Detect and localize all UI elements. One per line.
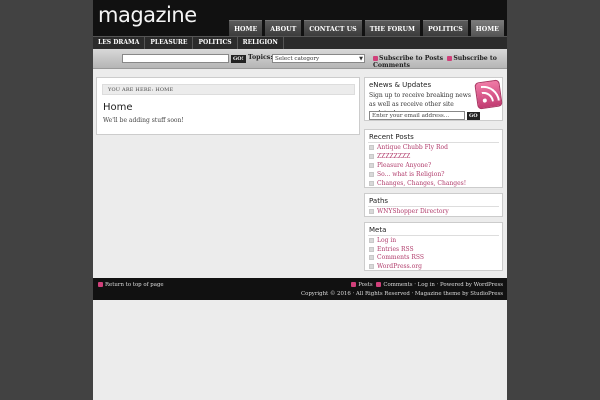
subscribe-posts-link[interactable]: Subscribe to Posts <box>379 55 443 62</box>
site-header: magazine HOME ABOUT CONTACT US THE FORUM… <box>93 0 507 36</box>
bullet-icon <box>369 209 374 214</box>
recent-posts-title: Recent Posts <box>369 133 414 141</box>
list-item[interactable]: WordPress.org <box>369 263 422 270</box>
nav-the-forum[interactable]: THE FORUM <box>364 20 420 36</box>
topics-label: Topics: <box>248 54 273 61</box>
list-item[interactable]: Entries RSS <box>369 246 414 253</box>
copyright: Copyright © 2016 · All Rights Reserved ·… <box>300 291 503 297</box>
bullet-icon <box>369 163 374 168</box>
list-item[interactable]: So... what is Religion? <box>369 171 444 178</box>
footer-links-text[interactable]: · Log in · Powered by WordPress <box>413 282 503 288</box>
category-navigation: LES DRAMA PLEASURE POLITICS RELIGION <box>93 36 507 49</box>
subnav-les-drama[interactable]: LES DRAMA <box>93 37 146 49</box>
search-go-button[interactable]: GO! <box>231 55 246 63</box>
enews-title: eNews & Updates <box>369 81 432 89</box>
list-item[interactable]: Antique Chubb Fly Rod <box>369 144 448 151</box>
search-input[interactable] <box>122 54 229 63</box>
footer-comments-link[interactable]: Comments <box>383 282 412 288</box>
divider <box>368 206 499 207</box>
rss-icon <box>373 56 378 61</box>
arrow-up-icon <box>98 282 103 287</box>
subscribe-links: Subscribe to Posts Subscribe to Comments <box>373 55 503 69</box>
nav-about[interactable]: ABOUT <box>265 20 302 36</box>
search-bar: GO! Topics: Select category ▼ Subscribe … <box>93 49 507 69</box>
list-item[interactable]: Changes, Changes, Changes! <box>369 180 466 187</box>
footer-links: Posts Comments · Log in · Powered by Wor… <box>351 282 503 288</box>
list-item[interactable]: Comments RSS <box>369 254 424 261</box>
bullet-icon <box>369 154 374 159</box>
page-body-text: We'll be adding stuff soon! <box>103 117 184 124</box>
meta-widget: Meta Log in Entries RSS Comments RSS Wor… <box>364 222 503 271</box>
bullet-icon <box>369 181 374 186</box>
page-title: Home <box>103 102 133 113</box>
paths-title: Paths <box>369 197 389 205</box>
enews-go-button[interactable]: GO <box>467 112 480 120</box>
subnav-religion[interactable]: RELIGION <box>238 37 284 49</box>
recent-posts-widget: Recent Posts Antique Chubb Fly Rod ZZZZZ… <box>364 129 503 188</box>
chevron-down-icon: ▼ <box>359 56 363 62</box>
breadcrumb: YOU ARE HERE: HOME <box>102 84 355 95</box>
content-box: YOU ARE HERE: HOME Home We'll be adding … <box>96 77 360 135</box>
page-wrap: magazine HOME ABOUT CONTACT US THE FORUM… <box>93 0 507 400</box>
site-logo[interactable]: magazine <box>98 3 197 27</box>
list-item[interactable]: Log in <box>369 237 396 244</box>
rss-icon <box>351 282 357 287</box>
rss-icon <box>447 56 453 61</box>
nav-contact-us[interactable]: CONTACT US <box>304 20 362 36</box>
bullet-icon <box>369 145 374 150</box>
bullet-icon <box>369 246 374 252</box>
rss-feed-icon[interactable] <box>474 79 503 110</box>
bullet-icon <box>369 255 374 260</box>
topics-selected-value: Select category <box>275 56 320 62</box>
nav-home-active[interactable]: HOME <box>470 20 504 36</box>
paths-widget: Paths WNYShopper Directory <box>364 193 503 217</box>
nav-home[interactable]: HOME <box>229 20 263 36</box>
list-item[interactable]: Pleasure Anyone? <box>369 162 431 169</box>
return-to-top-link[interactable]: Return to top of page <box>105 282 164 288</box>
meta-title: Meta <box>369 226 387 234</box>
bullet-icon <box>369 238 374 243</box>
subnav-pleasure[interactable]: PLEASURE <box>145 37 194 49</box>
list-item[interactable]: ZZZZZZZZ <box>369 153 410 160</box>
bullet-icon <box>369 263 374 269</box>
return-to-top[interactable]: Return to top of page <box>98 282 164 288</box>
nav-politics[interactable]: POLITICS <box>422 20 468 36</box>
top-navigation: HOME ABOUT CONTACT US THE FORUM POLITICS… <box>229 20 504 36</box>
bullet-icon <box>369 172 374 177</box>
divider <box>368 142 499 143</box>
list-item[interactable]: WNYShopper Directory <box>369 208 449 215</box>
divider <box>368 235 499 236</box>
subnav-politics[interactable]: POLITICS <box>193 37 238 49</box>
email-field[interactable]: Enter your email address... <box>369 111 465 120</box>
rss-icon <box>376 282 382 287</box>
topics-select[interactable]: Select category ▼ <box>272 54 365 63</box>
footer-posts-link[interactable]: Posts <box>358 282 372 288</box>
site-footer: Return to top of page Posts Comments · L… <box>93 278 507 300</box>
enews-widget: eNews & Updates Sign up to receive break… <box>364 77 503 121</box>
